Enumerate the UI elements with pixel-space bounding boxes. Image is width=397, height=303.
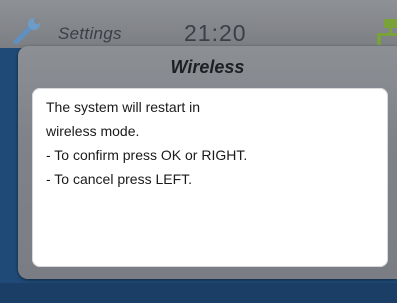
dialog-title: Wireless [170,57,245,77]
wrench-icon [13,17,41,44]
message-line: The system will restart in [46,99,201,115]
background-footer [0,283,397,303]
message-line: wireless mode. [46,123,140,139]
network-icon [377,19,397,45]
status-clock: 21:20 [184,20,247,46]
status-bar: Settings 21:20 [0,0,397,48]
device-screen: Settings 21:20 Wireless The system will … [0,0,397,303]
dialog-message-box: The system will restart in wireless mode… [32,88,388,267]
wireless-dialog: Wireless The system will restart in wire… [18,46,397,279]
status-title: Settings [58,24,122,43]
message-line: - To confirm press OK or RIGHT. [46,147,248,163]
message-line: - To cancel press LEFT. [46,171,193,187]
